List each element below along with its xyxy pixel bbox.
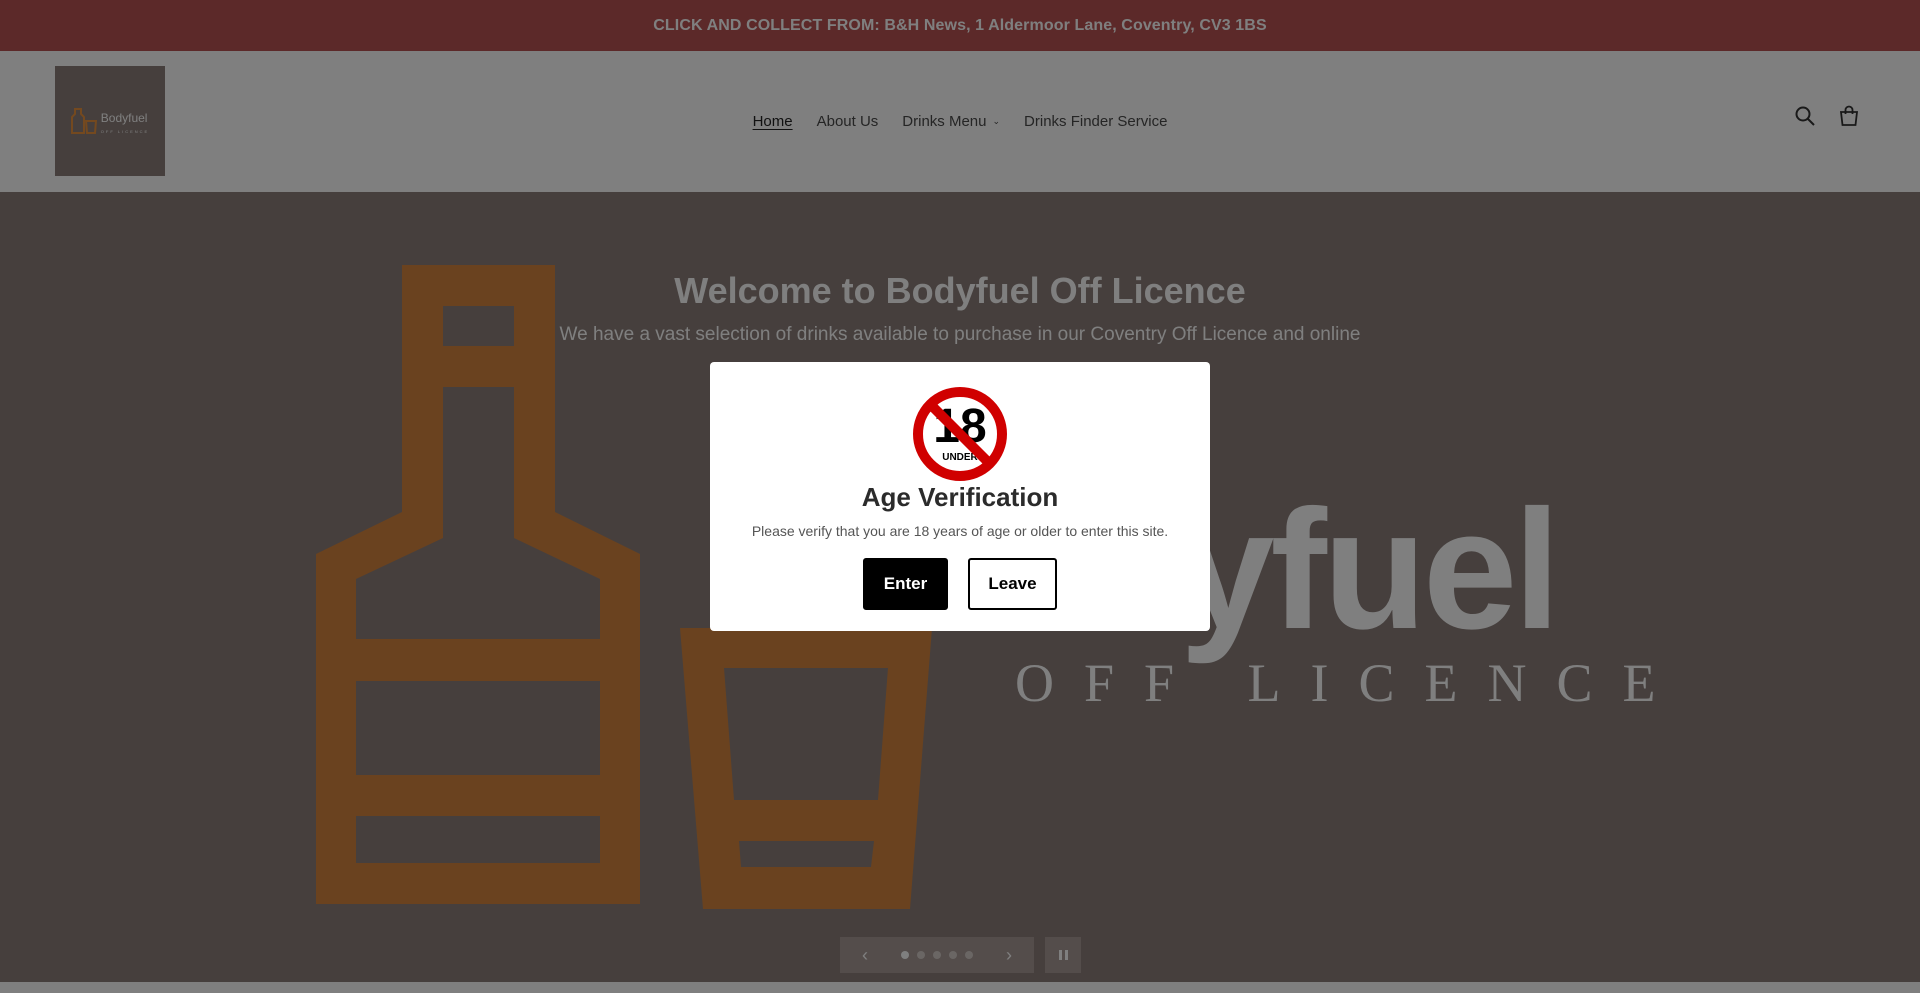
badge-number: 18 xyxy=(933,400,986,453)
under-18-prohibited-icon: 18 UNDER xyxy=(913,387,1007,481)
modal-actions: Enter Leave xyxy=(710,558,1210,610)
modal-text: Please verify that you are 18 years of a… xyxy=(751,523,1169,539)
leave-button[interactable]: Leave xyxy=(968,558,1057,610)
enter-button[interactable]: Enter xyxy=(863,558,948,610)
age-verification-modal: 18 UNDER Age Verification Please verify … xyxy=(710,362,1210,631)
modal-title: Age Verification xyxy=(861,482,1059,512)
